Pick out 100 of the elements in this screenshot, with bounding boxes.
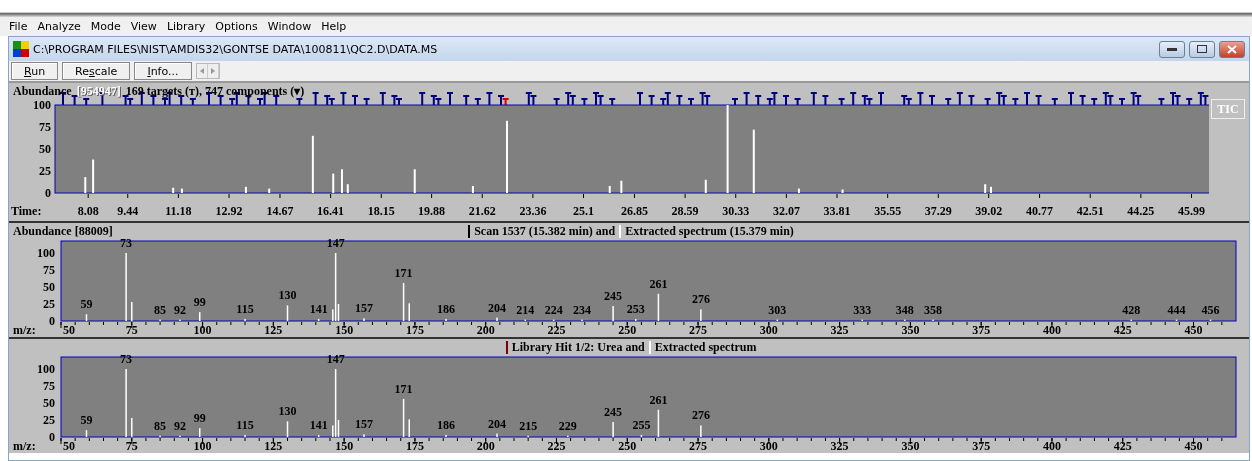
menu-item[interactable]: Library: [161, 20, 211, 33]
close-button[interactable]: [1219, 40, 1245, 58]
minimize-icon: [1167, 47, 1177, 51]
maximize-icon: [1197, 45, 1207, 53]
axis-tick-label: 25: [43, 297, 55, 311]
spectrum-bar: [657, 409, 660, 437]
peak-label: 147: [326, 239, 345, 250]
peak-label: 303: [768, 302, 787, 317]
axis-tick-label: 225: [547, 323, 566, 337]
chromatogram-peak: [471, 185, 474, 193]
axis-tick-label: 23.36: [519, 204, 547, 218]
axis-tick-label: 125: [264, 323, 283, 337]
axis-tick-label: 8.08: [77, 204, 99, 218]
toolbar-button[interactable]: Run: [11, 62, 59, 80]
axis-tick-label: 50: [63, 439, 75, 453]
axis-tick-label: 0: [45, 186, 51, 200]
toolbar-button[interactable]: Info...: [134, 62, 192, 80]
chromatogram-peak: [413, 169, 416, 193]
axis-tick-label: 30.33: [722, 204, 750, 218]
chromatogram-peak: [332, 173, 335, 193]
menu-item[interactable]: Mode: [85, 20, 126, 33]
axis-tick-label: 275: [689, 323, 708, 337]
peak-label: 85: [154, 418, 167, 433]
chromatogram-peak: [841, 189, 844, 193]
axis-tick-label: 28.59: [671, 204, 699, 218]
axis-tick-label: 150: [335, 439, 354, 453]
axis-tick-label: 75: [43, 379, 55, 393]
peak-label: 186: [437, 301, 456, 316]
axis-label: m/z:: [13, 439, 36, 453]
axis-tick-label: 425: [1113, 439, 1132, 453]
axis-tick-label: 100: [37, 362, 55, 376]
axis-tick-label: 450: [1184, 323, 1203, 337]
axis-tick-label: 300: [759, 323, 778, 337]
window-title: C:\PROGRAM FILES\NIST\AMDIS32\GONTSE DATA\100811\QC2.D\DATA.MS: [33, 42, 439, 56]
axis-tick-label: 400: [1042, 323, 1061, 337]
spectrum-bar: [286, 305, 289, 321]
axis-tick-label: 175: [405, 323, 424, 337]
menu-item[interactable]: Analyze: [32, 20, 86, 33]
chromatogram-peak: [346, 184, 349, 193]
chromatogram-peak: [244, 186, 247, 193]
axis-tick-label: 44.25: [1127, 204, 1155, 218]
peak-label: 171: [394, 381, 413, 396]
peak-label: 99: [193, 295, 206, 310]
maximize-button[interactable]: [1189, 40, 1215, 58]
peak-label: 85: [154, 302, 167, 317]
menu-item[interactable]: View: [125, 20, 162, 33]
spectrum-title: Scan 1537 (15.382 min) and: [474, 223, 616, 239]
axis-tick-label: 25: [43, 413, 55, 427]
peak-label: 115: [236, 301, 254, 316]
axis-tick-label: 19.88: [418, 204, 446, 218]
peak-label: 245: [604, 405, 623, 420]
spectrum-bar: [402, 398, 405, 437]
peak-label: 59: [80, 297, 93, 312]
peak-label: 115: [236, 417, 254, 432]
menu-item[interactable]: Options: [210, 20, 263, 33]
peak-label: 333: [853, 302, 872, 317]
peak-label: 171: [394, 265, 413, 280]
left-arrow-icon: [199, 67, 204, 74]
spectrum-title: Library Hit 1/2: Urea and: [511, 339, 645, 355]
axis-tick-label: 350: [901, 323, 920, 337]
menu-item[interactable]: Window: [262, 20, 317, 33]
axis-tick-label: 400: [1042, 439, 1061, 453]
minimize-button[interactable]: [1159, 40, 1185, 58]
peak-label: 245: [604, 289, 623, 304]
menu-item[interactable]: File: [4, 20, 33, 33]
spectrum-bar: [85, 430, 88, 437]
axis-tick-label: 375: [972, 323, 991, 337]
axis-tick-label: 200: [476, 323, 495, 337]
spectrum-bar: [286, 421, 289, 437]
toolbar-button[interactable]: Rescale: [62, 62, 131, 80]
app-icon: [13, 41, 29, 57]
chromatogram-peak: [84, 177, 87, 193]
axis-tick-label: 75: [125, 323, 138, 337]
peak-label: 358: [924, 302, 943, 317]
spectrum-bar: [657, 293, 660, 321]
peak-label: 276: [691, 408, 710, 423]
axis-tick-label: 350: [901, 439, 920, 453]
axis-tick-label: 100: [33, 98, 51, 112]
axis-tick-label: 39.02: [975, 204, 1003, 218]
chromatogram-peak: [797, 188, 800, 193]
axis-tick-label: 150: [335, 323, 354, 337]
chromatogram-peak: [752, 129, 755, 193]
axis-tick-label: 26.85: [620, 204, 648, 218]
peak-label: 444: [1167, 302, 1186, 317]
menu-item[interactable]: Help: [316, 20, 352, 33]
axis-tick-label: 18.15: [367, 204, 395, 218]
chromatogram-peak: [92, 159, 95, 193]
peak-label: 456: [1201, 302, 1220, 317]
abundance-label: Abundance: [13, 83, 72, 99]
axis-tick-label: 100: [37, 246, 55, 260]
axis-tick-label: 325: [830, 439, 849, 453]
spectrum-title: Extracted spectrum (15.379 min): [625, 223, 794, 239]
chromatogram-peak: [311, 135, 314, 193]
axis-tick-label: 375: [972, 439, 991, 453]
peak-label: 276: [691, 292, 710, 307]
chromatogram-peak: [608, 185, 611, 193]
close-icon: [1227, 44, 1237, 54]
axis-tick-label: 16.41: [317, 204, 345, 218]
abundance-label: Abundance [88009]: [13, 223, 113, 239]
axis-tick-label: 175: [405, 439, 424, 453]
